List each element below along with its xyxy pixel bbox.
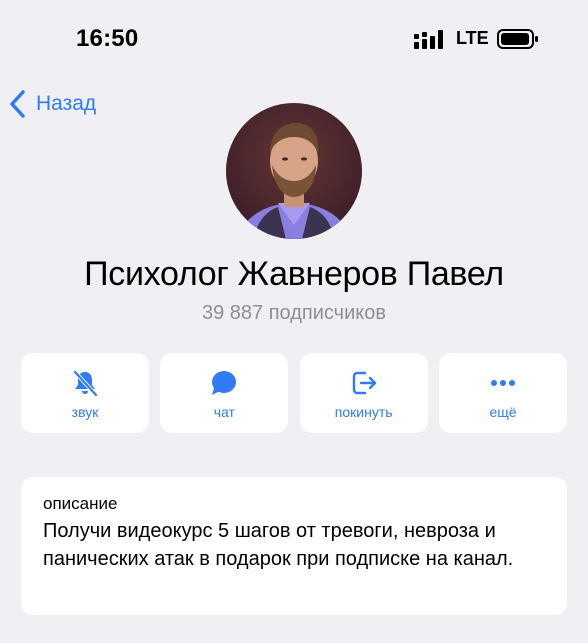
channel-title: Психолог Жавнеров Павел <box>84 255 504 293</box>
description-title: описание <box>43 494 118 513</box>
back-button[interactable]: Назад <box>8 86 96 122</box>
description-text: Получи видеокурс 5 шагов от тревоги, нев… <box>43 520 514 570</box>
description-card: описание Получи видеокурс 5 шагов от тре… <box>21 477 567 615</box>
action-bar: звук чат покинуть ещё <box>21 353 567 433</box>
bell-muted-icon <box>70 368 100 398</box>
status-bar: 16:50 LTE <box>0 0 588 80</box>
sound-button[interactable]: звук <box>21 353 149 433</box>
battery-icon <box>497 29 539 49</box>
status-time: 16:50 <box>76 25 139 52</box>
chat-label: чат <box>213 404 235 420</box>
chat-bubble-icon <box>209 368 239 398</box>
leave-button[interactable]: покинуть <box>299 353 428 433</box>
signal-icon <box>414 30 448 50</box>
subscriber-count: 39 887 подписчиков <box>201 302 386 324</box>
avatar[interactable] <box>226 103 362 239</box>
leave-label: покинуть <box>334 404 393 420</box>
more-label: ещё <box>489 404 517 420</box>
more-icon <box>488 368 518 398</box>
back-label: Назад <box>36 92 97 115</box>
leave-icon <box>349 368 379 398</box>
network-type: LTE <box>456 28 489 48</box>
more-button[interactable]: ещё <box>438 353 567 433</box>
chat-button[interactable]: чат <box>160 353 289 433</box>
sound-label: звук <box>71 404 99 420</box>
chevron-left-icon <box>8 88 28 120</box>
